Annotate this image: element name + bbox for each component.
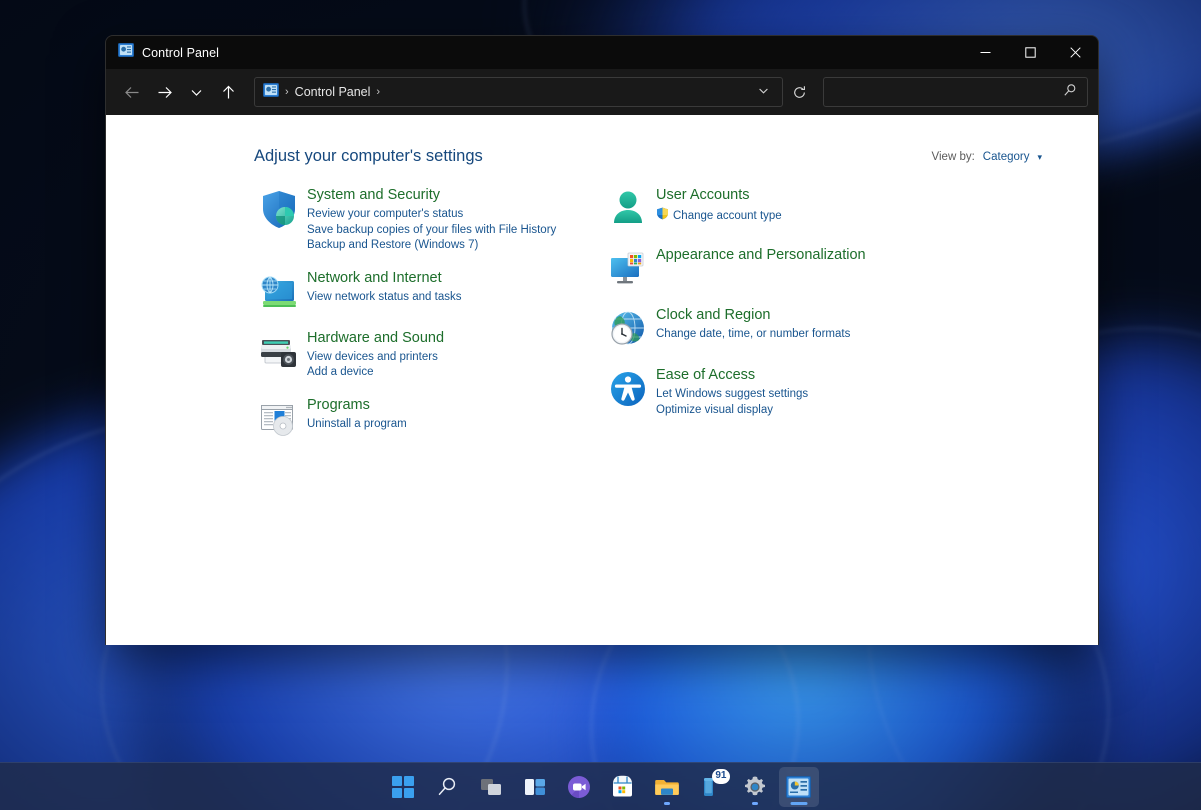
network-globe-icon	[251, 268, 307, 314]
page-title: Adjust your computer's settings	[254, 147, 483, 166]
maximize-button[interactable]	[1008, 36, 1053, 69]
link-change-date-time-number-formats[interactable]: Change date, time, or number formats	[656, 327, 850, 343]
window-controls	[963, 36, 1098, 69]
breadcrumb-control-panel-icon	[263, 83, 279, 102]
clock-region-icon	[600, 305, 656, 351]
link-backup-and-restore-windows-7[interactable]: Backup and Restore (Windows 7)	[307, 238, 556, 254]
category-body: Hardware and Sound View devices and prin…	[307, 328, 444, 381]
user-accounts-icon	[600, 185, 656, 231]
category-ease-of-access: Ease of Access Let Windows suggest setti…	[600, 365, 980, 418]
widgets-button[interactable]	[515, 767, 555, 807]
control-panel-content: Adjust your computer's settings View by:…	[106, 115, 1098, 645]
category-body: User Accounts	[656, 185, 782, 231]
category-appearance-and-personalization: Appearance and Personalization	[600, 245, 980, 291]
phone-link-button[interactable]: 91	[691, 767, 731, 807]
category-title-hardware-and-sound[interactable]: Hardware and Sound	[307, 328, 444, 348]
active-indicator	[790, 802, 807, 805]
link-change-account-type-label: Change account type	[673, 209, 782, 225]
link-uninstall-a-program[interactable]: Uninstall a program	[307, 417, 407, 433]
breadcrumb-separator-2[interactable]: ›	[376, 86, 380, 98]
left-column: System and Security Review your computer…	[251, 185, 600, 455]
category-programs: Programs Uninstall a program	[251, 395, 600, 441]
category-body: Clock and Region Change date, time, or n…	[656, 305, 850, 351]
category-title-appearance-and-personalization[interactable]: Appearance and Personalization	[656, 245, 866, 265]
chat-button[interactable]	[559, 767, 599, 807]
link-add-a-device[interactable]: Add a device	[307, 365, 444, 381]
up-button[interactable]	[212, 76, 244, 108]
appearance-monitor-icon	[600, 245, 656, 291]
view-by-control: View by: Category ▾	[932, 151, 1042, 163]
view-by-value[interactable]: Category	[983, 151, 1030, 163]
link-view-devices-and-printers[interactable]: View devices and printers	[307, 350, 444, 366]
link-optimize-visual-display[interactable]: Optimize visual display	[656, 403, 808, 419]
microsoft-store-button[interactable]	[603, 767, 643, 807]
category-system-and-security: System and Security Review your computer…	[251, 185, 600, 254]
category-title-ease-of-access[interactable]: Ease of Access	[656, 365, 755, 385]
navigation-toolbar: › Control Panel ›	[106, 69, 1098, 115]
programs-disc-icon	[251, 395, 307, 441]
link-let-windows-suggest-settings[interactable]: Let Windows suggest settings	[656, 387, 808, 403]
category-title-network-and-internet[interactable]: Network and Internet	[307, 268, 442, 288]
file-explorer-button[interactable]	[647, 767, 687, 807]
category-body: Programs Uninstall a program	[307, 395, 407, 441]
category-body: Appearance and Personalization	[656, 245, 866, 291]
control-panel-taskbar-button[interactable]	[779, 767, 819, 807]
search-input[interactable]	[833, 85, 1059, 99]
printer-hardware-icon	[251, 328, 307, 381]
category-columns: System and Security Review your computer…	[251, 185, 1068, 455]
close-button[interactable]	[1053, 36, 1098, 69]
settings-button[interactable]	[735, 767, 775, 807]
category-body: System and Security Review your computer…	[307, 185, 556, 254]
shield-security-icon	[251, 185, 307, 254]
category-hardware-and-sound: Hardware and Sound View devices and prin…	[251, 328, 600, 381]
search-box[interactable]	[823, 77, 1088, 107]
window-titlebar[interactable]: Control Panel	[106, 36, 1098, 69]
link-save-backup-copies-file-history[interactable]: Save backup copies of your files with Fi…	[307, 223, 556, 239]
category-body: Network and Internet View network status…	[307, 268, 461, 314]
category-clock-and-region: Clock and Region Change date, time, or n…	[600, 305, 980, 351]
control-panel-icon	[118, 43, 134, 62]
link-review-your-computers-status[interactable]: Review your computer's status	[307, 207, 556, 223]
start-button[interactable]	[383, 767, 423, 807]
desktop: Control Panel	[0, 0, 1201, 810]
minimize-button[interactable]	[963, 36, 1008, 69]
task-view-button[interactable]	[471, 767, 511, 807]
category-body: Ease of Access Let Windows suggest setti…	[656, 365, 808, 418]
breadcrumb-separator-1: ›	[285, 86, 289, 98]
back-button[interactable]	[116, 76, 148, 108]
right-column: User Accounts	[600, 185, 980, 455]
refresh-button[interactable]	[785, 78, 813, 106]
running-indicator	[664, 802, 670, 805]
view-by-label: View by:	[932, 151, 975, 163]
search-icon[interactable]	[1059, 83, 1081, 102]
category-title-user-accounts[interactable]: User Accounts	[656, 185, 750, 205]
category-title-system-and-security[interactable]: System and Security	[307, 185, 440, 205]
category-title-programs[interactable]: Programs	[307, 395, 370, 415]
link-view-network-status-and-tasks[interactable]: View network status and tasks	[307, 290, 461, 306]
breadcrumb[interactable]: › Control Panel ›	[254, 77, 783, 107]
recent-locations-button[interactable]	[180, 76, 212, 108]
notification-badge: 91	[712, 769, 729, 784]
forward-button[interactable]	[148, 76, 180, 108]
titlebar-left: Control Panel	[106, 43, 963, 62]
ease-of-access-icon	[600, 365, 656, 418]
uac-shield-icon	[656, 207, 669, 226]
category-network-and-internet: Network and Internet View network status…	[251, 268, 600, 314]
window-title: Control Panel	[142, 46, 219, 60]
breadcrumb-item-control-panel[interactable]: Control Panel	[295, 85, 371, 99]
taskbar: 91	[0, 762, 1201, 810]
category-user-accounts: User Accounts	[600, 185, 980, 231]
chevron-down-icon[interactable]: ▾	[1037, 152, 1042, 163]
link-change-account-type[interactable]: Change account type	[656, 207, 782, 226]
category-title-clock-and-region[interactable]: Clock and Region	[656, 305, 770, 325]
search-button[interactable]	[427, 767, 467, 807]
chevron-down-icon[interactable]	[752, 83, 774, 101]
running-indicator	[752, 802, 758, 805]
control-panel-window: Control Panel	[105, 35, 1099, 645]
